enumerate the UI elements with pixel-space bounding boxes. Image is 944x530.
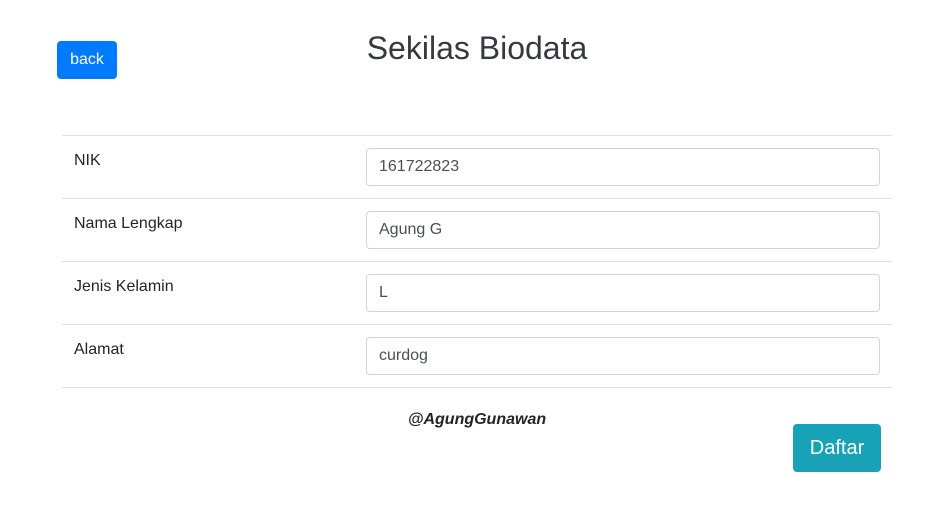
jenis-kelamin-label: Jenis Kelamin [74, 278, 174, 295]
form-row-nama-lengkap: Nama Lengkap [62, 199, 892, 262]
nik-field[interactable] [366, 148, 880, 186]
biodata-form: NIK Nama Lengkap Jenis Kelamin Alamat [62, 135, 892, 388]
alamat-field[interactable] [366, 337, 880, 375]
form-row-jenis-kelamin: Jenis Kelamin [62, 262, 892, 325]
biodata-page: back Sekilas Biodata NIK Nama Lengkap Je… [0, 0, 944, 530]
jenis-kelamin-field[interactable] [366, 274, 880, 312]
alamat-label: Alamat [74, 341, 124, 358]
form-row-nik: NIK [62, 136, 892, 199]
nama-lengkap-label: Nama Lengkap [74, 215, 183, 232]
form-row-alamat: Alamat [62, 325, 892, 388]
daftar-button[interactable]: Daftar [793, 424, 881, 472]
page-title: Sekilas Biodata [366, 30, 588, 66]
nama-lengkap-field[interactable] [366, 211, 880, 249]
nik-label: NIK [74, 152, 101, 169]
